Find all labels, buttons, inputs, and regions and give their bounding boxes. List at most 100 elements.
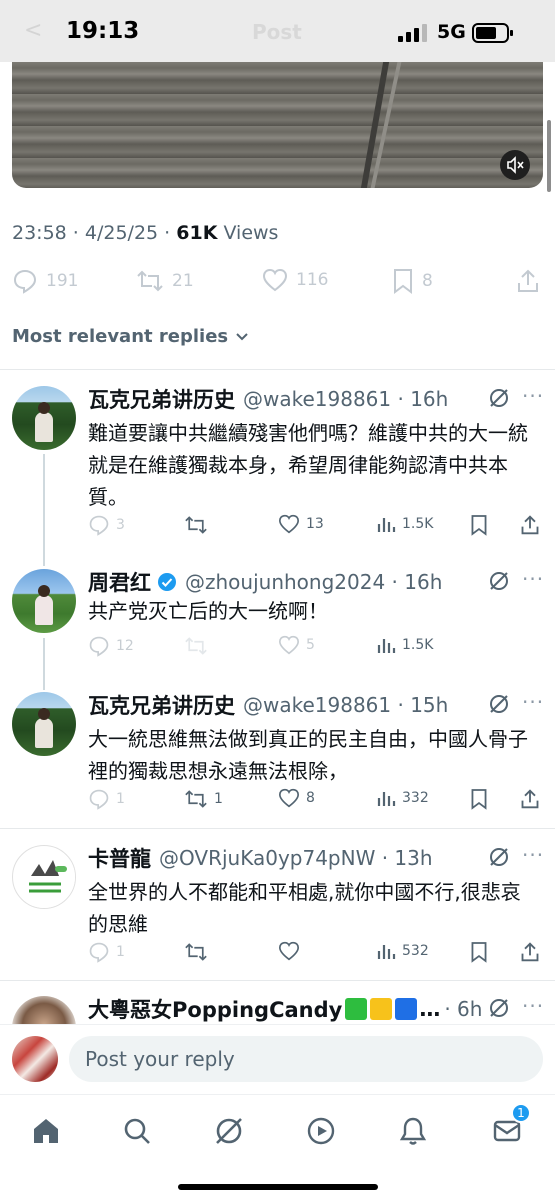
thread-connector (43, 454, 45, 566)
reply-time: · 6h (444, 997, 483, 1021)
reply-share-button[interactable] (520, 514, 540, 536)
reply-bookmark-button[interactable] (470, 514, 488, 536)
search-icon (124, 1118, 150, 1144)
nav-notifications[interactable] (393, 1111, 433, 1151)
more-options-icon[interactable]: ··· (522, 567, 544, 591)
reply-author-handle[interactable]: @zhoujunhong2024 · 16h (185, 570, 442, 594)
reply-reply-button[interactable]: 1 (88, 788, 125, 810)
nav-home[interactable] (26, 1111, 66, 1151)
like-count: 13 (306, 516, 324, 532)
heart-icon (278, 635, 300, 655)
signal-icon (398, 24, 427, 42)
reply-author-name[interactable]: 瓦克兄弟讲历史 (88, 384, 235, 414)
share-icon (521, 515, 539, 535)
home-icon (34, 1119, 58, 1143)
avatar-logo (14, 847, 75, 908)
reply-views-button[interactable]: 1.5K (376, 635, 433, 655)
reply-like-button[interactable] (278, 941, 300, 961)
reply-author-handle[interactable]: @wake198861 · 16h (243, 387, 448, 411)
grok-icon[interactable] (488, 997, 510, 1019)
reply-reply-button[interactable]: 12 (88, 635, 134, 657)
view-count: 1.5K (402, 637, 434, 653)
bookmark-icon (471, 789, 487, 810)
reply-count: 191 (46, 271, 79, 291)
analytics-icon (377, 639, 396, 653)
repost-button[interactable]: 21 (136, 268, 194, 294)
more-options-icon[interactable]: ··· (522, 384, 544, 408)
like-button[interactable]: 116 (262, 268, 328, 292)
tweet-timestamp: 23:58 · 4/25/25 · 61K Views (12, 222, 278, 244)
reply-share-button[interactable] (520, 788, 540, 810)
avatar[interactable] (12, 569, 76, 633)
reply-bookmark-button[interactable] (470, 941, 488, 963)
grok-icon[interactable] (488, 570, 510, 592)
reply-author-handle[interactable]: @wake198861 · 15h (243, 693, 448, 717)
reply-author-name[interactable]: 瓦克兄弟讲历史 (88, 690, 235, 720)
reply-views-button[interactable]: 532 (376, 941, 429, 961)
reply-composer (0, 1024, 555, 1094)
reply-author-name[interactable]: 大粵惡女PoppingCandy (88, 994, 342, 1024)
reply-icon (89, 942, 109, 963)
reply-repost-button[interactable] (184, 635, 208, 657)
status-bar: < 19:13 Post 5G (0, 0, 555, 62)
repost-icon (137, 270, 163, 292)
reply-author-handle[interactable]: @OVRjuKa0yp74pNW · 13h (159, 846, 433, 870)
reply-like-button[interactable]: 13 (278, 514, 324, 534)
reply-author-name[interactable]: 周君红 (88, 567, 151, 597)
nav-search[interactable] (117, 1111, 157, 1151)
scrollbar[interactable] (547, 120, 551, 192)
avatar[interactable] (12, 692, 76, 756)
reply-like-button[interactable]: 8 (278, 788, 315, 808)
reply-views-button[interactable]: 1.5K (376, 514, 433, 534)
reply-icon (13, 269, 37, 294)
chevron-down-icon (236, 332, 248, 340)
bookmark-button[interactable]: 8 (392, 268, 433, 294)
reply-repost-button[interactable]: 1 (184, 788, 223, 810)
bookmark-icon (471, 515, 487, 536)
nav-video[interactable] (301, 1111, 341, 1151)
view-count: 332 (402, 790, 429, 806)
reply-share-button[interactable] (520, 941, 540, 963)
more-options-icon[interactable]: ··· (522, 843, 544, 867)
thread-connector (43, 638, 45, 690)
reply-views-button[interactable]: 332 (376, 788, 429, 808)
more-options-icon[interactable]: ··· (522, 690, 544, 714)
blue-square-emoji (395, 998, 418, 1020)
reply-bookmark-button[interactable] (470, 788, 488, 810)
reply-repost-button[interactable] (184, 941, 208, 963)
mute-button[interactable] (500, 150, 530, 180)
reply-repost-button[interactable] (184, 514, 208, 536)
reply-reply-button[interactable]: 1 (88, 941, 125, 963)
like-count: 5 (306, 637, 315, 653)
reply-actions: 1 532 (88, 941, 543, 967)
analytics-icon (377, 518, 396, 532)
avatar[interactable] (12, 845, 76, 909)
timestamp-text: 23:58 · 4/25/25 · (12, 222, 171, 244)
more-options-icon[interactable]: ··· (522, 994, 544, 1018)
grok-icon[interactable] (488, 387, 510, 409)
reply-author-name[interactable]: 卡普龍 (88, 843, 151, 873)
nav-messages[interactable]: 1 (487, 1103, 531, 1151)
like-count: 116 (296, 270, 329, 290)
view-count: 532 (402, 943, 429, 959)
video-player[interactable] (12, 62, 543, 188)
header-title-ghost: Post (252, 20, 302, 44)
current-user-avatar[interactable] (12, 1036, 58, 1082)
reply-like-button[interactable]: 5 (278, 635, 315, 655)
grok-icon[interactable] (488, 846, 510, 868)
reply-sort-label: Most relevant replies (12, 326, 229, 347)
repost-icon (185, 516, 207, 534)
analytics-icon (377, 945, 396, 959)
reply-text: 共产党灭亡后的大一统啊！ (88, 599, 328, 623)
grok-icon[interactable] (488, 693, 510, 715)
nav-grok[interactable] (209, 1111, 249, 1151)
reply-input[interactable] (69, 1036, 543, 1082)
like-count: 8 (306, 790, 315, 806)
reply-button[interactable]: 191 (12, 268, 78, 294)
share-button[interactable] (516, 268, 540, 294)
reply-reply-button[interactable]: 3 (88, 514, 125, 536)
avatar[interactable] (12, 386, 76, 450)
share-icon (521, 942, 539, 962)
reply-text: 大一統思維無法做到真正的民主自由，中國人骨子裡的獨裁思想永遠無法根除， (88, 727, 528, 783)
reply-sort-dropdown[interactable]: Most relevant replies (12, 326, 250, 347)
